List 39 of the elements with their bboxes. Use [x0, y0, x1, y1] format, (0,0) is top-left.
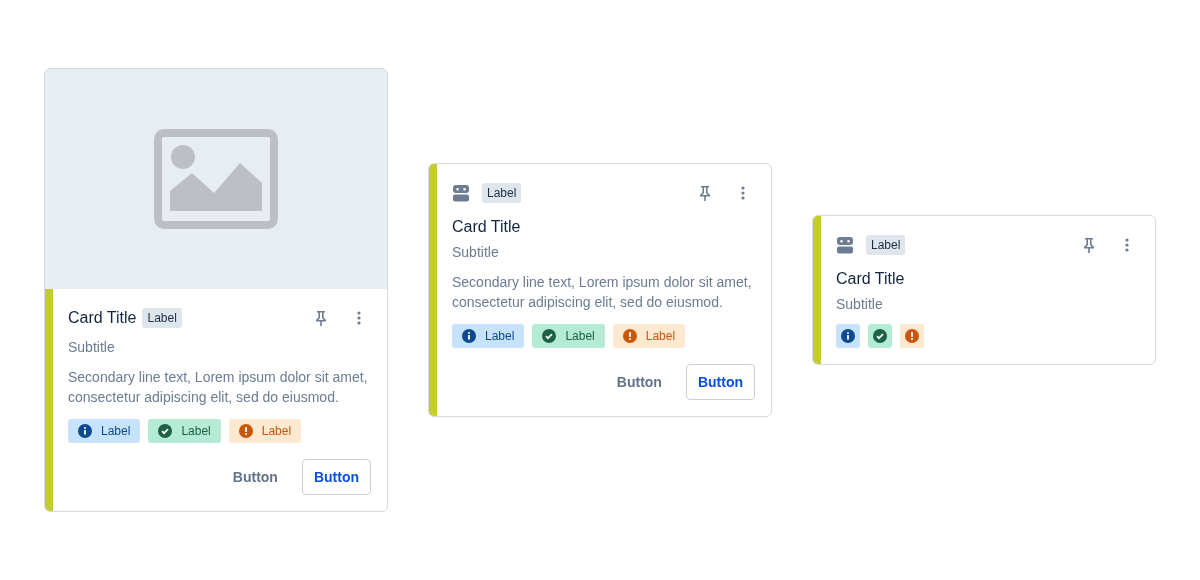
more-options-icon[interactable]: [357, 311, 361, 325]
alert-icon: [238, 424, 253, 438]
status-tag: Label: [228, 419, 302, 443]
card-description: Secondary line text, Lorem ipsum dolor sit amet, consectetur adipiscing elit, sed do eiusmod.: [452, 273, 753, 312]
outline-button[interactable]: Button: [301, 459, 371, 495]
status-tag: Label: [452, 324, 525, 348]
check-icon: [158, 424, 173, 438]
card-title: Card Title: [836, 270, 906, 288]
info-icon: [841, 329, 855, 343]
label-tag: Label: [142, 308, 182, 328]
check-icon: [542, 329, 557, 343]
robot-icon: [836, 236, 854, 254]
info-icon: [462, 329, 476, 343]
text-button[interactable]: Button: [604, 364, 674, 400]
card-description: Secondary line text, Lorem ipsum dolor sit amet, consectetur adipiscing elit, sed do eiusmod.: [68, 368, 369, 407]
card-title: Card Title: [68, 309, 137, 327]
status-tag: Label: [612, 324, 686, 348]
more-options-icon[interactable]: [1125, 238, 1129, 252]
label-tag: Label: [866, 235, 906, 255]
more-options-icon[interactable]: [741, 186, 745, 200]
status-tag: Label: [148, 419, 221, 443]
status-tag: Label: [532, 324, 605, 348]
info-icon: [78, 424, 92, 438]
check-icon: [873, 329, 887, 343]
card-subtitle: Subtitle: [452, 244, 500, 260]
robot-icon: [452, 184, 470, 202]
alert-icon: [622, 329, 637, 343]
pin-icon[interactable]: [699, 185, 711, 201]
alert-icon: [905, 329, 919, 343]
label-tag: Label: [482, 183, 522, 203]
image-icon: [154, 129, 278, 229]
pin-icon[interactable]: [1083, 237, 1095, 253]
card-subtitle: Subtitle: [68, 339, 116, 355]
text-button[interactable]: Button: [220, 459, 290, 495]
outline-button[interactable]: Button: [685, 364, 755, 400]
pin-icon[interactable]: [315, 310, 327, 326]
card-subtitle: Subtitle: [836, 296, 884, 312]
card-title: Card Title: [452, 218, 522, 236]
status-tag: Label: [68, 419, 141, 443]
